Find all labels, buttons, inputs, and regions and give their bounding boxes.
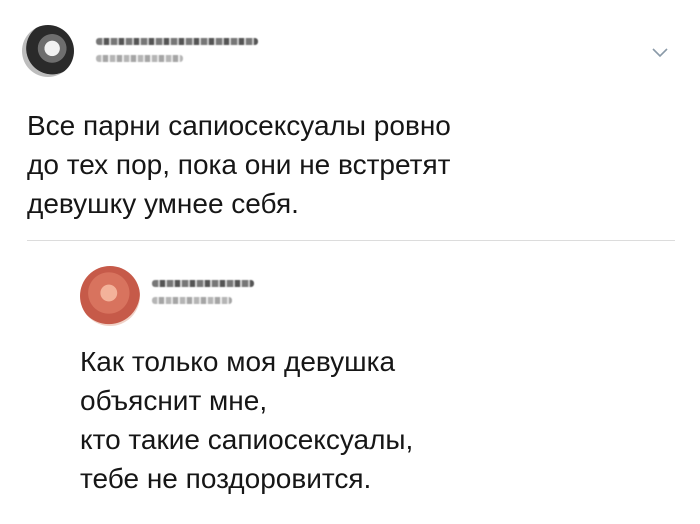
reply-author-name-pixelated[interactable] xyxy=(152,280,254,287)
reply-author-handle-pixelated[interactable] xyxy=(152,297,232,304)
divider xyxy=(27,240,675,241)
author-name-pixelated[interactable] xyxy=(96,38,258,45)
author-handle-pixelated[interactable] xyxy=(96,55,183,62)
author-avatar[interactable] xyxy=(22,25,74,77)
original-tweet: Все парни сапиосексуалы ровно до тех пор… xyxy=(0,0,700,243)
chevron-down-icon[interactable] xyxy=(652,48,668,58)
tweet-text: Все парни сапиосексуалы ровно до тех пор… xyxy=(27,110,451,219)
reply-text: Как только моя девушка объяснит мне, кто… xyxy=(80,346,414,494)
reply-author-avatar[interactable] xyxy=(80,266,140,326)
